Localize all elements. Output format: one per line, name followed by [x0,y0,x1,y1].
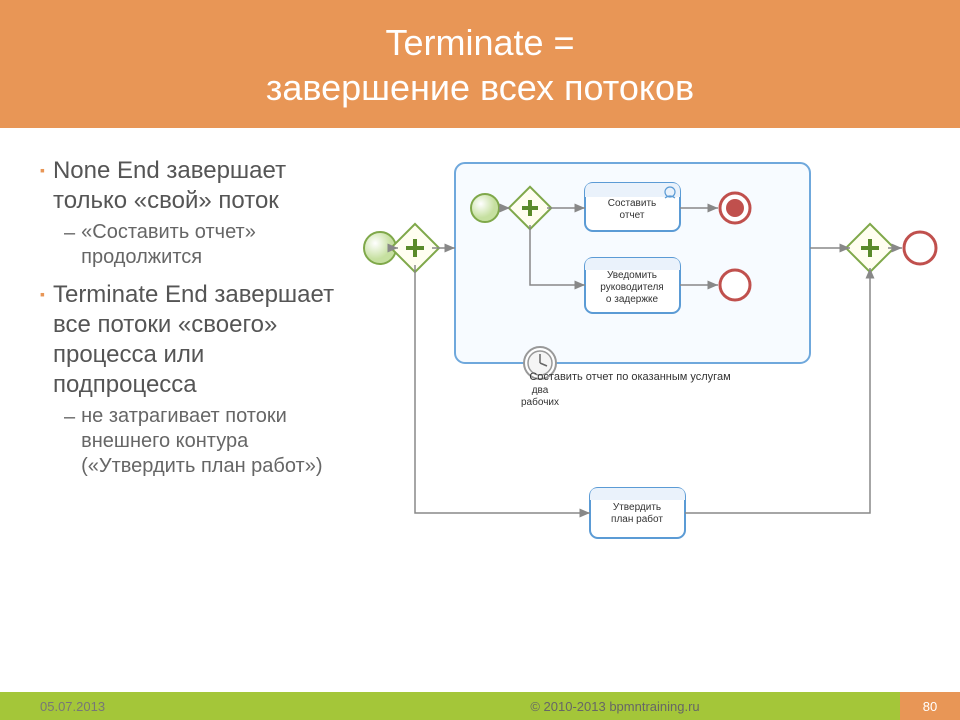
bullet-1: None End завершает только «свой» поток [53,156,350,216]
footer-copyright: © 2010-2013 bpmntraining.ru [330,699,900,714]
bullet-2: Terminate End завершает все потоки «свое… [53,280,350,400]
footer: 05.07.2013 © 2010-2013 bpmntraining.ru 8… [0,692,960,720]
title-line1: Terminate = [0,20,960,65]
footer-date: 05.07.2013 [0,699,330,714]
task-notify-manager: Уведомить руководителя о задержке [585,258,680,313]
bullet-icon: ▪ [40,280,45,400]
svg-text:Уведомить: Уведомить [607,270,657,281]
dash-icon: – [64,220,75,270]
svg-text:о задержке: о задержке [606,294,659,305]
terminate-end-icon [720,193,750,223]
svg-text:план работ: план работ [611,513,663,525]
timer-label: рабочих [521,396,559,408]
task-approve-plan: Утвердить план работ [590,488,685,538]
svg-text:отчет: отчет [620,210,645,221]
slide-title: Terminate = завершение всех потоков [0,0,960,128]
text-column: ▪None End завершает только «свой» поток … [40,148,360,628]
dash-icon: – [64,404,75,479]
footer-page: 80 [900,692,960,720]
subprocess-label: Составить отчет по оказанным услугам [529,371,730,383]
svg-text:Составить: Составить [608,198,657,209]
start-event-icon [471,194,499,222]
svg-text:руководителя: руководителя [600,282,663,293]
sub-2: не затрагивает потоки внешнего контура (… [81,404,350,479]
sub-1: «Составить отчет» продолжится [81,220,350,270]
end-event-icon [720,270,750,300]
task-compose-report: Составить отчет [585,183,680,231]
svg-text:Утвердить: Утвердить [613,502,661,513]
diagram: Составить отчет Уведомить руководителя о… [360,148,940,628]
timer-label: два [532,385,549,396]
end-event-icon [904,232,936,264]
title-line2: завершение всех потоков [0,65,960,110]
bullet-icon: ▪ [40,156,45,216]
